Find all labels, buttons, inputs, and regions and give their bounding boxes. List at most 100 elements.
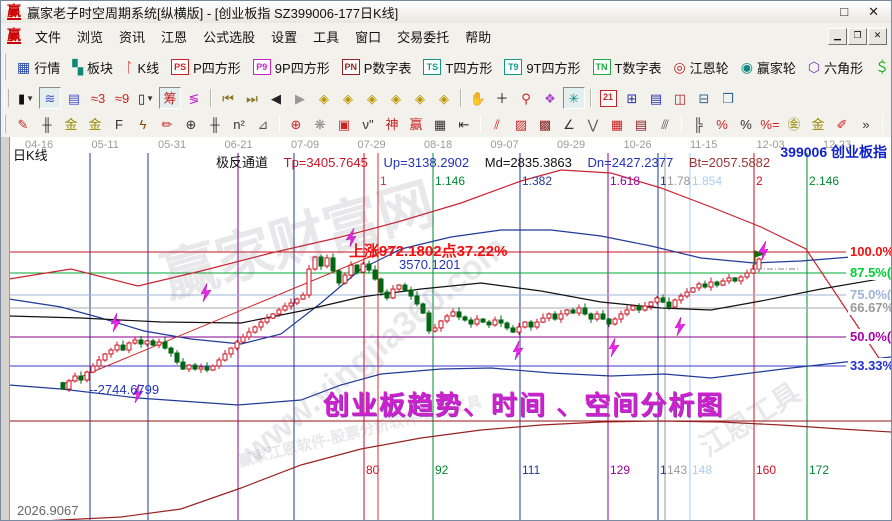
candle-body [367, 264, 371, 270]
highlight-tool-button[interactable]: ✳ [563, 87, 585, 109]
draw-tool-33-button[interactable]: % [735, 113, 757, 135]
draw-tool-15-button[interactable]: ▣ [333, 113, 355, 135]
draw-tool-29-button[interactable]: ⫻ [654, 113, 676, 135]
save-button[interactable]: ◫ [669, 87, 691, 109]
menu-8[interactable]: 窗口 [347, 28, 389, 47]
draw-tool-25-button[interactable]: ∠ [558, 113, 580, 135]
hollow-candle-button[interactable]: ▯▼ [135, 87, 157, 109]
draw-tool-23-button[interactable]: ▨ [510, 113, 532, 135]
wave-9-button[interactable]: ≈9 [111, 87, 133, 109]
draw-tool-5-button[interactable]: F [108, 113, 130, 135]
draw-tool-22-button[interactable]: ⫽ [486, 113, 508, 135]
draw-tool-7-button[interactable]: ✏ [156, 113, 178, 135]
draw-tool-20-button[interactable]: ⇤ [453, 113, 475, 135]
chart-panel[interactable]: 04-1605-1105-3106-2107-0907-2908-1809-07… [1, 137, 891, 520]
draw-tool-19-button[interactable]: ▦ [429, 113, 451, 135]
quote-list-button[interactable]: ▤ [63, 87, 85, 109]
mdi-close-button[interactable]: ✕ [868, 28, 887, 45]
draw-tool-40-button[interactable]: ⊞ [888, 113, 891, 135]
next-bar-button[interactable]: ▶ [289, 87, 311, 109]
menu-2[interactable]: 浏览 [69, 28, 111, 47]
draw-tool-9-button[interactable]: ╫ [204, 113, 226, 135]
gann-right-button[interactable]: ◈ [337, 87, 359, 109]
draw-tool-10-button[interactable]: n² [228, 113, 250, 135]
draw-tool-11-button[interactable]: ⊿ [252, 113, 274, 135]
pattern-view-button[interactable]: ≋ [39, 87, 61, 109]
toolbar-winner-service-button[interactable]: ＄赢家服务 [875, 58, 891, 77]
draw-tool-2-button[interactable]: ╫ [36, 113, 58, 135]
toolbar-sectors-button[interactable]: ▚板块 [72, 58, 113, 77]
candle-body [625, 310, 629, 314]
draw-tool-28-button[interactable]: ▤ [630, 113, 652, 135]
toolbar-p-table-button[interactable]: PNP数字表 [342, 58, 412, 77]
menu-3[interactable]: 资讯 [111, 28, 153, 47]
draw-tool-38-button[interactable]: » [855, 113, 877, 135]
draw-tool-4-button[interactable]: 金 [84, 113, 106, 135]
hand-tool-button[interactable]: ✋ [467, 87, 489, 109]
toolbar-9p-square-button[interactable]: P99P四方形 [253, 58, 330, 77]
draw-tool-17-button[interactable]: 神 [381, 113, 403, 135]
draw-tool-35-button[interactable]: ㊎ [783, 113, 805, 135]
menu-1[interactable]: 文件 [27, 28, 69, 47]
gann-left-button[interactable]: ◈ [313, 87, 335, 109]
calendar-button[interactable]: 21 [597, 87, 619, 109]
menu-7[interactable]: 工具 [305, 28, 347, 47]
menu-4[interactable]: 江恩 [153, 28, 195, 47]
toolbar-t-table-button[interactable]: TNT数字表 [593, 58, 662, 77]
draw-tool-34-button[interactable]: %= [759, 113, 781, 135]
date-axis-label: 07-29 [358, 139, 386, 151]
color-compare-button[interactable]: ≶ [183, 87, 205, 109]
draw-tool-6-button[interactable]: ϟ [132, 113, 154, 135]
gann-all-button[interactable]: ◈ [433, 87, 455, 109]
toolbar-t-square-button[interactable]: TST四方形 [423, 58, 492, 77]
chip-distribution-button[interactable]: 筹 [159, 87, 181, 109]
period-selector-button[interactable]: ▮▼ [15, 87, 37, 109]
candle-body [307, 269, 311, 295]
prev-bar-button[interactable]: ◀ [265, 87, 287, 109]
close-button[interactable]: ✕ [868, 4, 879, 20]
wave-3-button[interactable]: ≈3 [87, 87, 109, 109]
draw-tool-24-button[interactable]: ▩ [534, 113, 556, 135]
toolbar-hexagon-button[interactable]: ⬡六角形 [808, 58, 863, 77]
draw-tool-3-button[interactable]: 金 [60, 113, 82, 135]
last-bar-button[interactable]: ⏭ [241, 87, 263, 109]
toolbar-kline-button[interactable]: ᛚK线 [125, 58, 159, 77]
draw-tool-18-button[interactable]: 赢 [405, 113, 427, 135]
gann-expand-button[interactable]: ◈ [385, 87, 407, 109]
tool-38-icon: » [862, 118, 869, 131]
toolbar-p-square-button[interactable]: PSP四方形 [171, 58, 241, 77]
crosshair-tool-button[interactable]: ＋ [491, 87, 513, 109]
draw-tool-26-button[interactable]: ⋁ [582, 113, 604, 135]
toolbar-gann-wheel-button[interactable]: ◎江恩轮 [673, 58, 728, 77]
draw-tool-16-button[interactable]: ν" [357, 113, 379, 135]
gann-horizontal-button[interactable]: ◈ [361, 87, 383, 109]
draw-tool-14-button[interactable]: ❋ [309, 113, 331, 135]
menu-9[interactable]: 交易委托 [389, 28, 457, 47]
mdi-restore-button[interactable]: ❐ [848, 28, 867, 45]
monitor-button[interactable]: ❒ [717, 87, 739, 109]
draw-tool-36-button[interactable]: 金 [807, 113, 829, 135]
draw-tool-37-button[interactable]: ✐ [831, 113, 853, 135]
pin-tool-button[interactable]: ⚲ [515, 87, 537, 109]
export-button[interactable]: ⊟ [693, 87, 715, 109]
draw-tool-1-button[interactable]: ✎ [12, 113, 34, 135]
toolbar-quotes-button[interactable]: ▦行情 [17, 58, 60, 77]
menu-10[interactable]: 帮助 [457, 28, 499, 47]
first-bar-button[interactable]: ⏮ [217, 87, 239, 109]
gann-center-button[interactable]: ◈ [409, 87, 431, 109]
draw-tool-32-button[interactable]: % [711, 113, 733, 135]
menu-5[interactable]: 公式选股 [195, 28, 263, 47]
toolbar-winner-wheel-button[interactable]: ◉赢家轮 [741, 58, 796, 77]
memo-button[interactable]: ▤ [645, 87, 667, 109]
candle-body [103, 354, 107, 360]
maximize-button[interactable]: □ [840, 4, 848, 20]
draw-tool-13-button[interactable]: ⊕ [285, 113, 307, 135]
draw-tool-8-button[interactable]: ⊕ [180, 113, 202, 135]
toolbar-9t-square-button[interactable]: T99T四方形 [504, 58, 580, 77]
menu-6[interactable]: 设置 [263, 28, 305, 47]
magic-tool-button[interactable]: ❖ [539, 87, 561, 109]
draw-tool-27-button[interactable]: ▦ [606, 113, 628, 135]
calculator-button[interactable]: ⊞ [621, 87, 643, 109]
draw-tool-31-button[interactable]: ╠ [687, 113, 709, 135]
mdi-minimize-button[interactable]: ▁ [828, 28, 847, 45]
